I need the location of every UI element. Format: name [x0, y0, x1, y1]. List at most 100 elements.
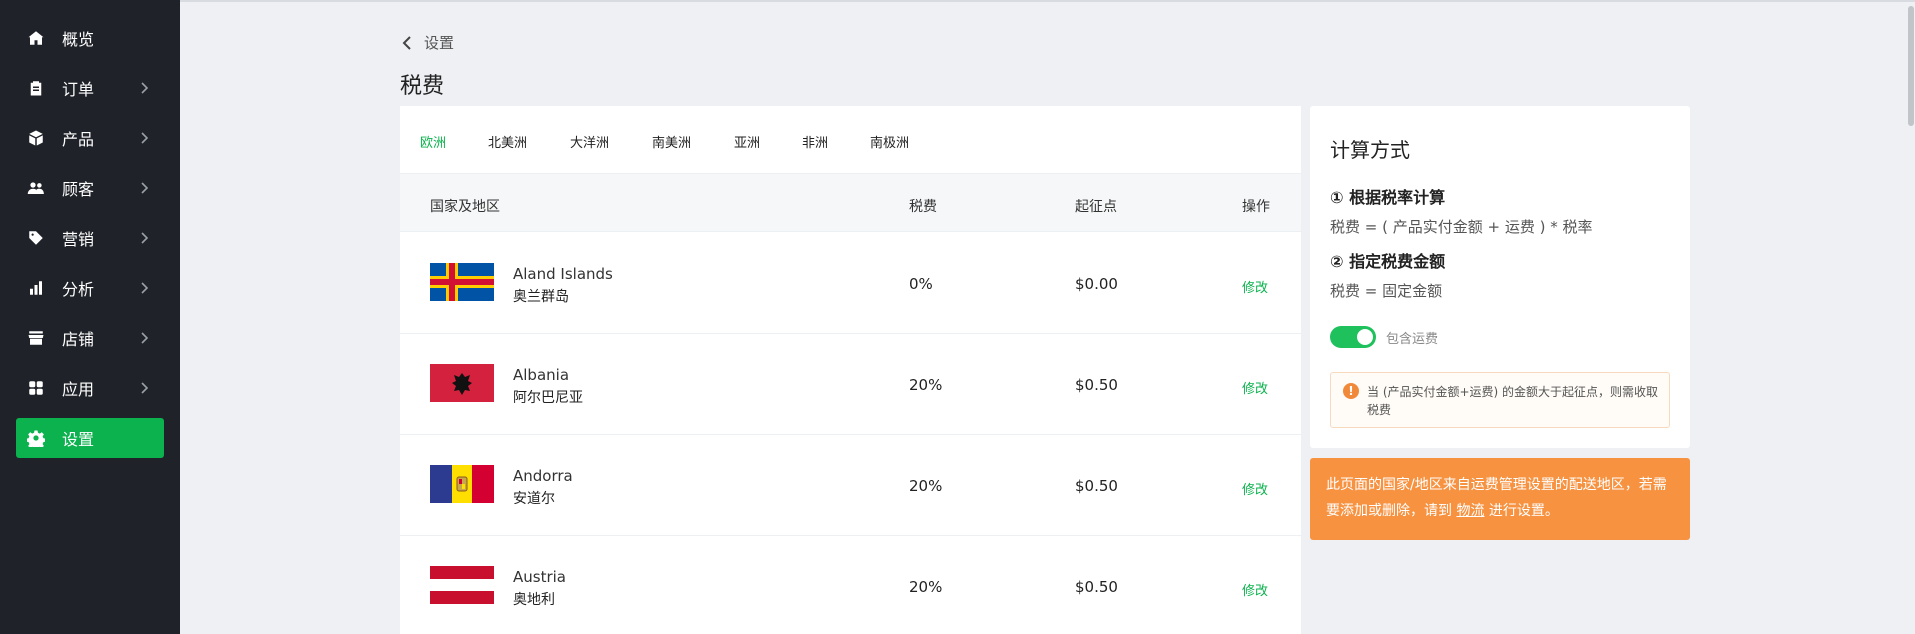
chevron-right-icon — [136, 330, 152, 346]
chevron-right-icon — [136, 130, 152, 146]
sidebar-item-label: 顾客 — [62, 180, 95, 199]
bar-chart-icon — [26, 278, 46, 298]
country-name: Austria — [513, 568, 566, 586]
warning-icon: ! — [1343, 383, 1359, 399]
clipboard-icon — [26, 78, 46, 98]
edit-link[interactable]: 修改 — [1242, 479, 1268, 498]
back-label: 设置 — [424, 34, 455, 52]
tab-africa[interactable]: 非洲 — [802, 132, 828, 151]
threshold-value: $0.50 — [1075, 477, 1118, 495]
sidebar-item-products[interactable]: 产品 — [16, 118, 164, 158]
page-scrollbar[interactable] — [1907, 2, 1915, 634]
box-icon — [26, 128, 46, 148]
chevron-left-icon — [402, 35, 411, 50]
sidebar-item-settings[interactable]: 设置 — [16, 418, 164, 458]
tag-icon — [26, 228, 46, 248]
sidebar: 概览 订单 产品 顾客 营销 分析 店铺 应用 设置 — [0, 0, 180, 634]
edit-link[interactable]: 修改 — [1242, 580, 1268, 599]
store-icon — [26, 328, 46, 348]
tab-south-america[interactable]: 南美洲 — [652, 132, 691, 151]
table-row: Austria 奥地利 20% $0.50 修改 — [400, 536, 1301, 634]
tab-oceania[interactable]: 大洋洲 — [570, 132, 609, 151]
users-icon — [26, 178, 46, 198]
sidebar-item-label: 分析 — [62, 280, 95, 299]
sidebar-item-label: 概览 — [62, 30, 95, 49]
sidebar-item-orders[interactable]: 订单 — [16, 68, 164, 108]
edit-link[interactable]: 修改 — [1242, 277, 1268, 296]
page-title: 税费 — [400, 74, 445, 99]
table-header: 国家及地区 税费 起征点 操作 — [400, 174, 1301, 232]
sidebar-item-overview[interactable]: 概览 — [16, 18, 164, 58]
toggle-knob — [1357, 329, 1373, 345]
threshold-notice: ! 当 (产品实付金额+运费) 的金额大于起征点，则需收取税费 — [1330, 372, 1670, 428]
country-name-zh: 安道尔 — [513, 491, 555, 507]
method-rate-formula: 税费 = ( 产品实付金额 + 运费 ) * 税率 — [1330, 218, 1593, 236]
table-row: Andorra 安道尔 20% $0.50 修改 — [400, 435, 1301, 536]
country-name-zh: 奥兰群岛 — [513, 289, 569, 305]
table-row: Albania 阿尔巴尼亚 20% $0.50 修改 — [400, 334, 1301, 435]
column-header-action: 操作 — [1242, 199, 1270, 215]
andorra-flag-icon — [430, 465, 494, 503]
shipping-info-banner: 此页面的国家/地区来自运费管理设置的配送地区，若需要添加或删除，请到 物流 进行… — [1310, 458, 1690, 540]
sidebar-item-label: 产品 — [62, 130, 95, 149]
apps-icon — [26, 378, 46, 398]
threshold-value: $0.50 — [1075, 578, 1118, 596]
sidebar-item-marketing[interactable]: 营销 — [16, 218, 164, 258]
albania-flag-icon — [430, 364, 494, 402]
column-header-threshold: 起征点 — [1075, 199, 1117, 215]
toggle-switch[interactable] — [1330, 326, 1376, 348]
chevron-right-icon — [136, 80, 152, 96]
edit-link[interactable]: 修改 — [1242, 378, 1268, 397]
tax-rate: 20% — [909, 376, 943, 394]
sidebar-item-analytics[interactable]: 分析 — [16, 268, 164, 308]
home-icon — [26, 28, 46, 48]
country-name-zh: 奥地利 — [513, 592, 555, 608]
country-name: Albania — [513, 366, 570, 384]
country-name: Andorra — [513, 467, 573, 485]
tax-rate: 0% — [909, 275, 933, 293]
tax-rate: 20% — [909, 477, 943, 495]
continent-tabs: 欧洲 北美洲 大洋洲 南美洲 亚洲 非洲 南极洲 — [400, 106, 1301, 174]
toggle-label: 包含运费 — [1386, 331, 1439, 347]
table-row: Aland Islands 奥兰群岛 0% $0.00 修改 — [400, 233, 1301, 334]
back-link[interactable]: 设置 — [400, 32, 454, 53]
column-header-country: 国家及地区 — [430, 199, 500, 215]
chevron-right-icon — [136, 380, 152, 396]
include-shipping-toggle[interactable]: 包含运费 — [1330, 326, 1438, 348]
tax-rate: 20% — [909, 578, 943, 596]
sidebar-item-label: 营销 — [62, 230, 95, 249]
calc-title: 计算方式 — [1330, 138, 1410, 162]
tab-north-america[interactable]: 北美洲 — [488, 132, 527, 151]
country-name: Aland Islands — [513, 265, 613, 283]
notice-text: 当 (产品实付金额+运费) 的金额大于起征点，则需收取税费 — [1367, 385, 1659, 417]
method-rate-title: ① 根据税率计算 — [1330, 188, 1446, 207]
gear-icon — [26, 428, 46, 448]
sidebar-item-customers[interactable]: 顾客 — [16, 168, 164, 208]
method-fixed-formula: 税费 = 固定金额 — [1330, 282, 1443, 300]
chevron-right-icon — [136, 280, 152, 296]
tax-table-card: 欧洲 北美洲 大洋洲 南美洲 亚洲 非洲 南极洲 国家及地区 税费 起征点 操作… — [400, 106, 1301, 634]
sidebar-item-label: 设置 — [62, 430, 95, 449]
aland-flag-icon — [430, 263, 494, 301]
tab-antarctica[interactable]: 南极洲 — [870, 132, 909, 151]
threshold-value: $0.00 — [1075, 275, 1118, 293]
column-header-tax: 税费 — [909, 199, 937, 215]
banner-text-end: 进行设置。 — [1484, 503, 1559, 519]
chevron-right-icon — [136, 230, 152, 246]
country-name-zh: 阿尔巴尼亚 — [513, 390, 583, 406]
logistics-link[interactable]: 物流 — [1456, 503, 1484, 519]
tab-asia[interactable]: 亚洲 — [734, 132, 760, 151]
sidebar-item-store[interactable]: 店铺 — [16, 318, 164, 358]
method-fixed-title: ② 指定税费金额 — [1330, 252, 1446, 271]
scrollbar-thumb[interactable] — [1908, 6, 1914, 126]
austria-flag-icon — [430, 566, 494, 604]
chevron-right-icon — [136, 180, 152, 196]
sidebar-item-label: 订单 — [62, 80, 95, 99]
sidebar-item-label: 店铺 — [62, 330, 95, 349]
sidebar-item-apps[interactable]: 应用 — [16, 368, 164, 408]
sidebar-item-label: 应用 — [62, 380, 95, 399]
main-content: 设置 税费 欧洲 北美洲 大洋洲 南美洲 亚洲 非洲 南极洲 国家及地区 税费 … — [180, 0, 1915, 634]
calculation-method-panel: 计算方式 ① 根据税率计算 税费 = ( 产品实付金额 + 运费 ) * 税率 … — [1310, 106, 1690, 448]
tab-europe[interactable]: 欧洲 — [420, 132, 446, 151]
threshold-value: $0.50 — [1075, 376, 1118, 394]
